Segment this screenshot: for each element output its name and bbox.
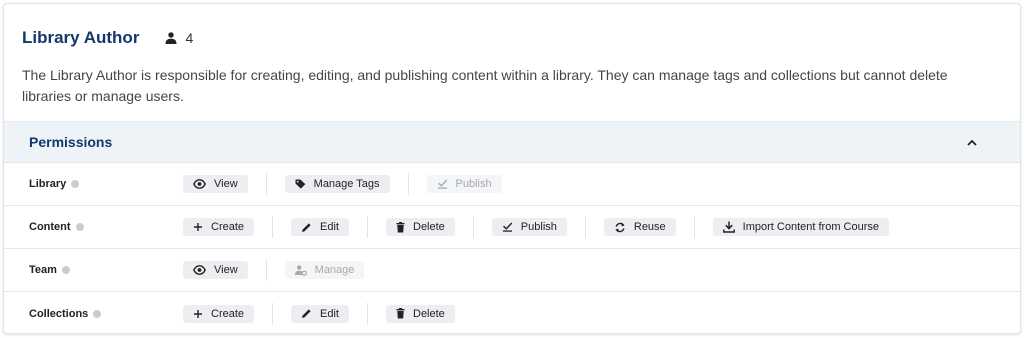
row-label-text: Content — [29, 221, 71, 233]
user-count-value: 4 — [185, 30, 194, 46]
action-label: Create — [211, 221, 245, 233]
divider — [584, 216, 586, 238]
permission-row-team: Team View Manage — [4, 249, 1020, 292]
plus-icon — [193, 309, 211, 319]
title-row: Library Author 4 — [22, 26, 1002, 50]
row-label-library: Library — [4, 178, 183, 190]
action-label: View — [214, 264, 238, 276]
permission-row-collections: Collections Create Edit Delete — [4, 292, 1020, 333]
action-label: Edit — [320, 221, 339, 233]
permission-actions: Create Edit Delete Publish Reuse Import Conte… — [183, 216, 890, 238]
eye-icon — [193, 265, 214, 275]
content-reuse-button[interactable]: Reuse — [603, 218, 676, 236]
plus-icon — [193, 222, 211, 232]
action-label: Manage Tags — [313, 178, 380, 190]
publish-icon — [502, 222, 521, 232]
permission-actions: View Manage Tags Publish — [183, 173, 502, 195]
action-label: Reuse — [633, 221, 666, 233]
divider — [367, 302, 368, 325]
divider — [367, 216, 368, 238]
library-publish-button: Publish — [426, 175, 502, 193]
divider — [272, 302, 274, 325]
action-label: View — [214, 178, 238, 190]
permissions-header[interactable]: Permissions — [4, 121, 1020, 163]
content-publish-button[interactable]: Publish — [491, 218, 567, 236]
row-label-text: Team — [29, 264, 57, 276]
trash-icon — [396, 221, 413, 233]
row-label-team: Team — [4, 264, 183, 276]
content-delete-button[interactable]: Delete — [386, 218, 455, 236]
team-view-button[interactable]: View — [183, 261, 248, 279]
user-icon — [165, 32, 177, 44]
action-label: Import Content from Course — [742, 221, 880, 233]
content-import-content-from-course-button[interactable]: Import Content from Course — [712, 218, 890, 236]
action-label: Publish — [455, 178, 492, 190]
trash-icon — [396, 308, 413, 319]
permission-row-content: Content Create Edit Delete Publish Reuse Impor… — [4, 206, 1020, 249]
info-icon[interactable] — [75, 223, 84, 231]
tag-icon — [295, 179, 314, 189]
permission-rows: Library View Manage Tags Publish Content Crea… — [4, 163, 1020, 333]
info-icon[interactable] — [61, 266, 70, 274]
divider — [272, 216, 274, 238]
action-label: Publish — [520, 221, 557, 233]
action-label: Delete — [413, 221, 445, 233]
collections-edit-button[interactable]: Edit — [291, 304, 349, 323]
row-label-text: Collections — [29, 307, 89, 320]
team-manage-button: Manage — [284, 261, 365, 279]
role-header: Library Author 4 The Library Author is r… — [4, 4, 1020, 121]
collections-delete-button[interactable]: Delete — [386, 304, 455, 323]
collections-create-button[interactable]: Create — [183, 304, 255, 323]
pencil-icon — [301, 222, 320, 233]
action-label: Create — [211, 307, 245, 320]
publish-icon — [437, 179, 456, 189]
action-label: Manage — [314, 264, 355, 276]
divider — [693, 216, 695, 238]
download-icon — [722, 221, 743, 233]
permissions-title: Permissions — [29, 134, 113, 150]
user-settings-icon — [294, 264, 315, 276]
library-view-button[interactable]: View — [183, 175, 248, 193]
role-card: Library Author 4 The Library Author is r… — [3, 3, 1021, 334]
sync-icon — [614, 222, 634, 233]
divider — [265, 259, 267, 281]
row-label-text: Library — [29, 178, 67, 190]
library-manage-tags-button[interactable]: Manage Tags — [284, 175, 390, 193]
pencil-icon — [301, 308, 320, 319]
divider — [407, 173, 409, 195]
permission-row-library: Library View Manage Tags Publish — [4, 163, 1020, 206]
eye-icon — [193, 179, 214, 189]
content-create-button[interactable]: Create — [183, 218, 255, 236]
divider — [265, 173, 267, 195]
role-title: Library Author — [22, 28, 140, 47]
chevron-up-icon[interactable] — [966, 136, 978, 148]
row-label-collections: Collections — [4, 308, 183, 320]
info-icon[interactable] — [71, 180, 80, 188]
row-label-content: Content — [4, 221, 183, 233]
info-icon[interactable] — [93, 309, 102, 318]
permission-actions: Create Edit Delete — [183, 302, 455, 325]
divider — [472, 216, 474, 238]
user-count: 4 — [165, 30, 193, 46]
permission-actions: View Manage — [183, 259, 365, 281]
action-label: Delete — [413, 307, 445, 320]
action-label: Edit — [320, 307, 339, 320]
role-description: The Library Author is responsible for cr… — [22, 67, 948, 104]
content-edit-button[interactable]: Edit — [291, 218, 349, 236]
